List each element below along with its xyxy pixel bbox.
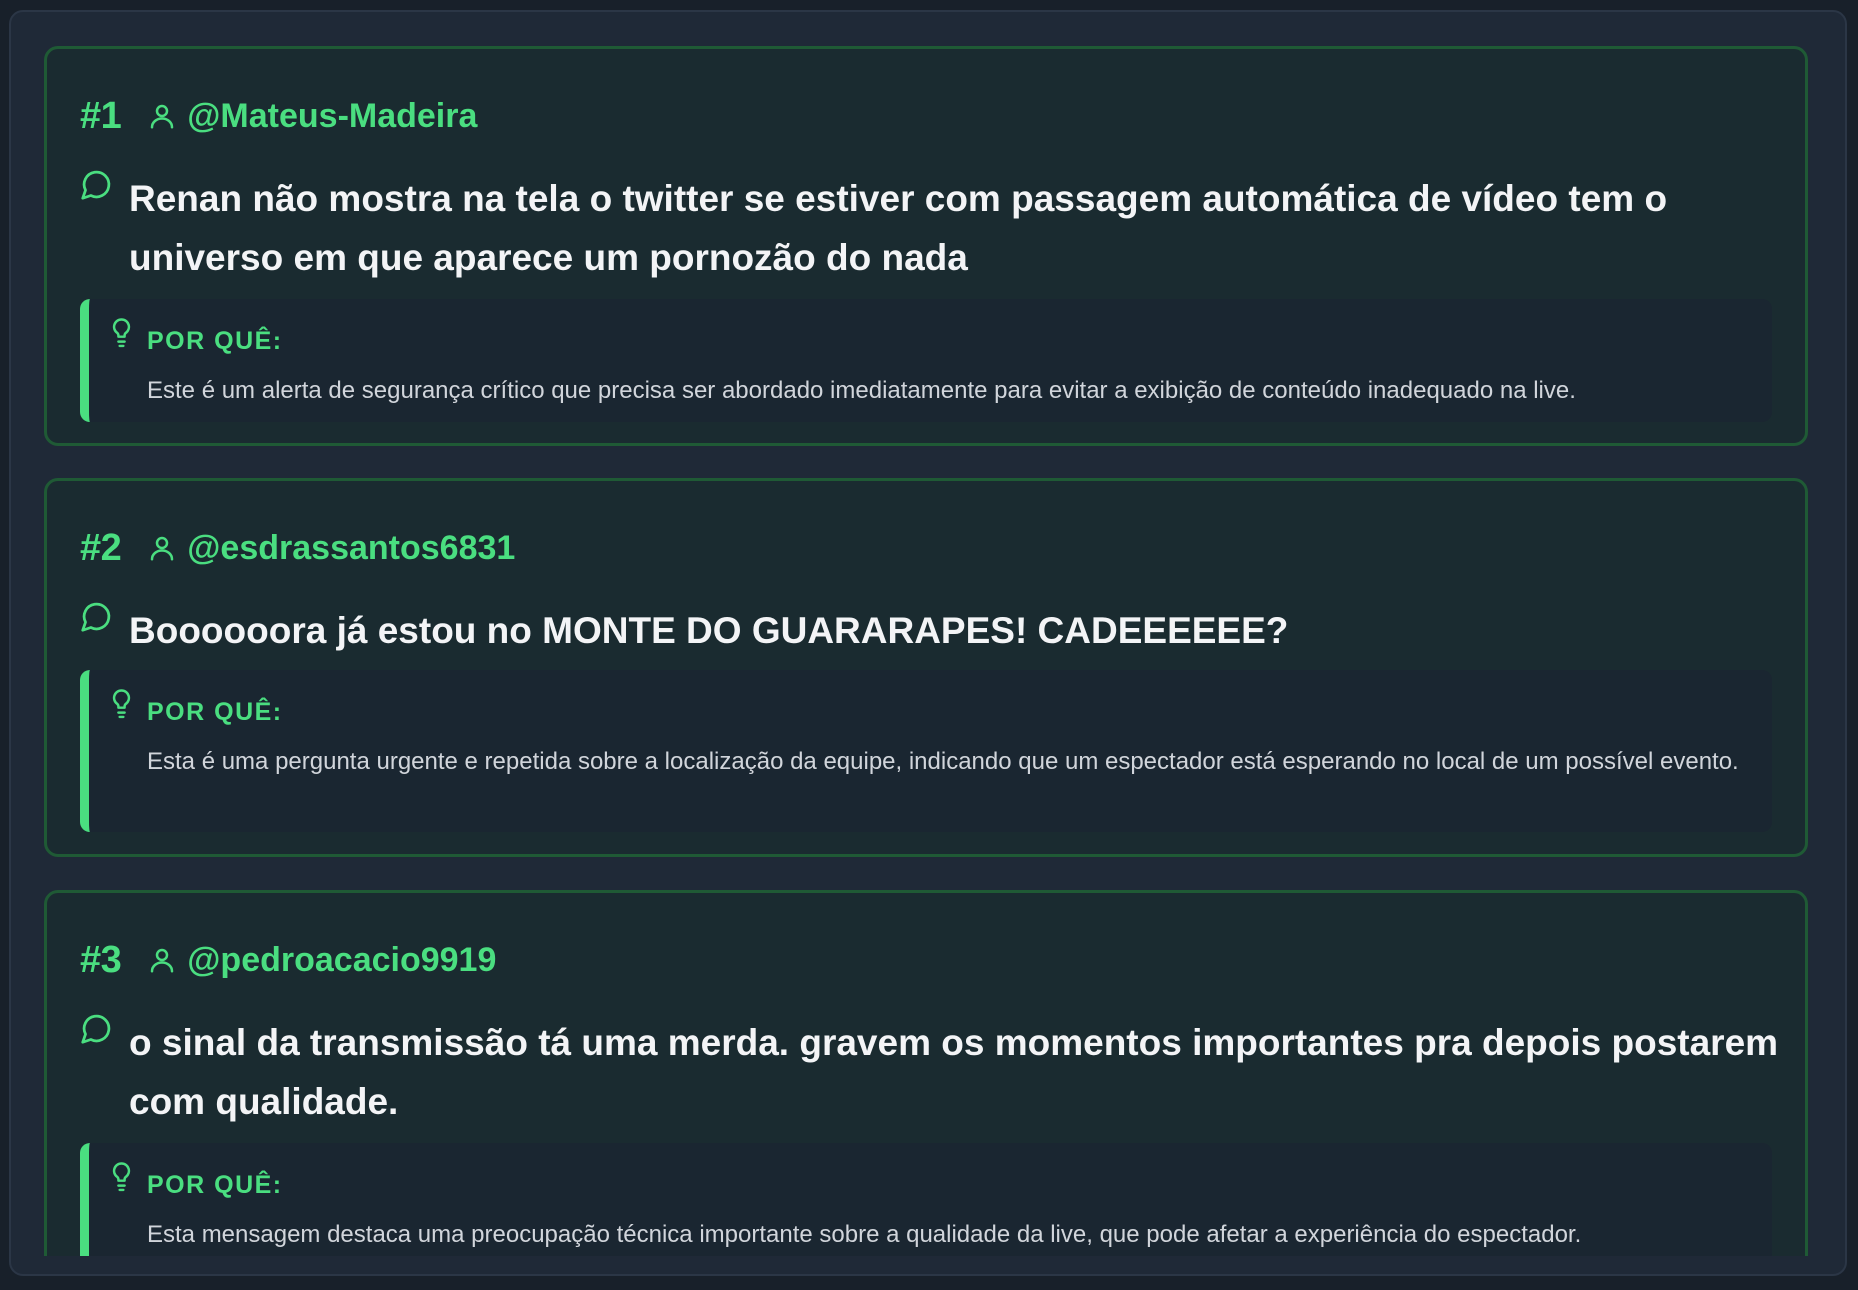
reason-label: POR QUÊ: [147,698,283,726]
reason-text: Este é um alerta de segurança crítico qu… [147,377,1576,404]
reason-box: POR QUÊ: Esta é uma pergunta urgente e r… [80,670,1772,832]
chat-bubble-icon [81,1014,111,1044]
user-icon [151,104,174,129]
message-card: #2 @esdrassantos6831 Boooooora já estou … [44,478,1808,857]
reason-text: Esta é uma pergunta urgente e repetida s… [147,748,1739,775]
author-name[interactable]: @pedroacacio9919 [187,941,496,980]
lightbulb-icon [112,689,131,719]
rank-number: #1 [80,94,122,137]
reason-label: POR QUÊ: [147,1171,283,1199]
message-text: Boooooora já estou no MONTE DO GUARARAPE… [129,610,1289,651]
card-header: #2 @esdrassantos6831 [80,523,515,573]
chat-bubble-icon [81,170,111,200]
chat-bubble-icon [81,602,111,632]
rank-number: #3 [80,938,122,981]
message-card: #1 @Mateus-Madeira Renan não mostra na t… [44,46,1808,446]
reason-box: POR QUÊ: Esta mensagem destaca uma preoc… [80,1143,1772,1256]
message-card: #3 @pedroacacio9919 o sinal da transmiss… [44,890,1808,1256]
reason-text: Esta mensagem destaca uma preocupação té… [147,1221,1582,1248]
user-icon [151,948,174,973]
reason-box: POR QUÊ: Este é um alerta de segurança c… [80,299,1772,422]
priority-messages-panel: #1 @Mateus-Madeira Renan não mostra na t… [9,10,1847,1276]
author-name[interactable]: @esdrassantos6831 [187,529,515,568]
reason-label: POR QUÊ: [147,327,283,355]
lightbulb-icon [112,1162,131,1192]
message-list[interactable]: #1 @Mateus-Madeira Renan não mostra na t… [44,46,1808,1256]
message-text: o sinal da transmissão tá uma merda. gra… [129,1022,1779,1122]
rank-number: #2 [80,526,122,569]
author-name[interactable]: @Mateus-Madeira [187,97,477,136]
card-header: #3 @pedroacacio9919 [80,935,496,985]
lightbulb-icon [112,318,131,348]
card-header: #1 @Mateus-Madeira [80,91,477,141]
message-text: Renan não mostra na tela o twitter se es… [129,178,1668,278]
user-icon [151,536,174,561]
